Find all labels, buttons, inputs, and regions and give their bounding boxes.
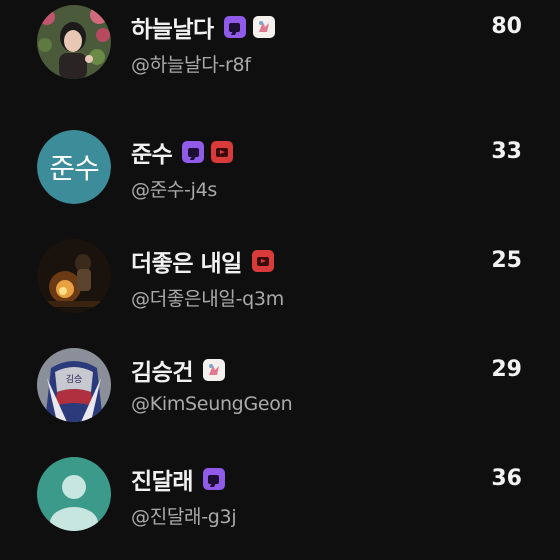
avatar[interactable] [37,5,111,79]
name-line: 더좋은 내일 [131,244,274,278]
user-handle: @KimSeungGeon [131,393,293,415]
user-name[interactable]: 준수 [131,135,173,169]
sticker-icon [252,16,275,38]
user-name[interactable]: 하늘날다 [131,10,214,44]
avatar-photo-image [37,5,111,79]
name-line: 김승건 [131,353,225,387]
count-value: 33 [491,139,522,164]
count-value: 25 [491,248,522,273]
avatar[interactable]: 준수 [37,130,111,204]
avatar[interactable]: 김승 [37,348,111,422]
user-handle: @준수-j4s [131,179,217,201]
sticker-icon [202,359,225,381]
user-handle: @더좋은내일-q3m [131,288,284,310]
avatar[interactable] [37,239,111,313]
default-person-icon [37,457,111,531]
avatar-photo-image: 김승 [37,348,111,422]
svg-text:김승: 김승 [66,373,83,385]
user-list: 하늘날다 @하늘날다-r8f 80 준수 준수 @준수-j4s 33 더좋은 내… [0,0,560,560]
chat-icon [223,16,246,38]
list-item[interactable]: 더좋은 내일 @더좋은내일-q3m 25 [0,234,560,334]
avatar-photo-image [37,239,111,313]
count-value: 36 [491,466,522,491]
video-icon [251,250,274,272]
user-handle: @진달래-g3j [131,506,237,528]
count-value: 80 [491,14,522,39]
user-handle: @하늘날다-r8f [131,54,251,76]
list-item[interactable]: 하늘날다 @하늘날다-r8f 80 [0,0,560,100]
name-line: 진달래 [131,462,225,496]
avatar-initials: 준수 [37,130,111,204]
avatar[interactable] [37,457,111,531]
count-value: 29 [491,357,522,382]
user-name[interactable]: 더좋은 내일 [131,244,242,278]
user-name[interactable]: 김승건 [131,353,193,387]
list-item[interactable]: 김승 김승건 @KimSeungGeon 29 [0,343,560,443]
chat-icon [182,141,205,163]
name-line: 준수 [131,135,234,169]
chat-icon [202,468,225,490]
list-item[interactable]: 준수 준수 @준수-j4s 33 [0,125,560,225]
list-item[interactable]: 진달래 @진달래-g3j 36 [0,452,560,552]
user-name[interactable]: 진달래 [131,462,193,496]
name-line: 하늘날다 [131,10,275,44]
video-icon [211,141,234,163]
